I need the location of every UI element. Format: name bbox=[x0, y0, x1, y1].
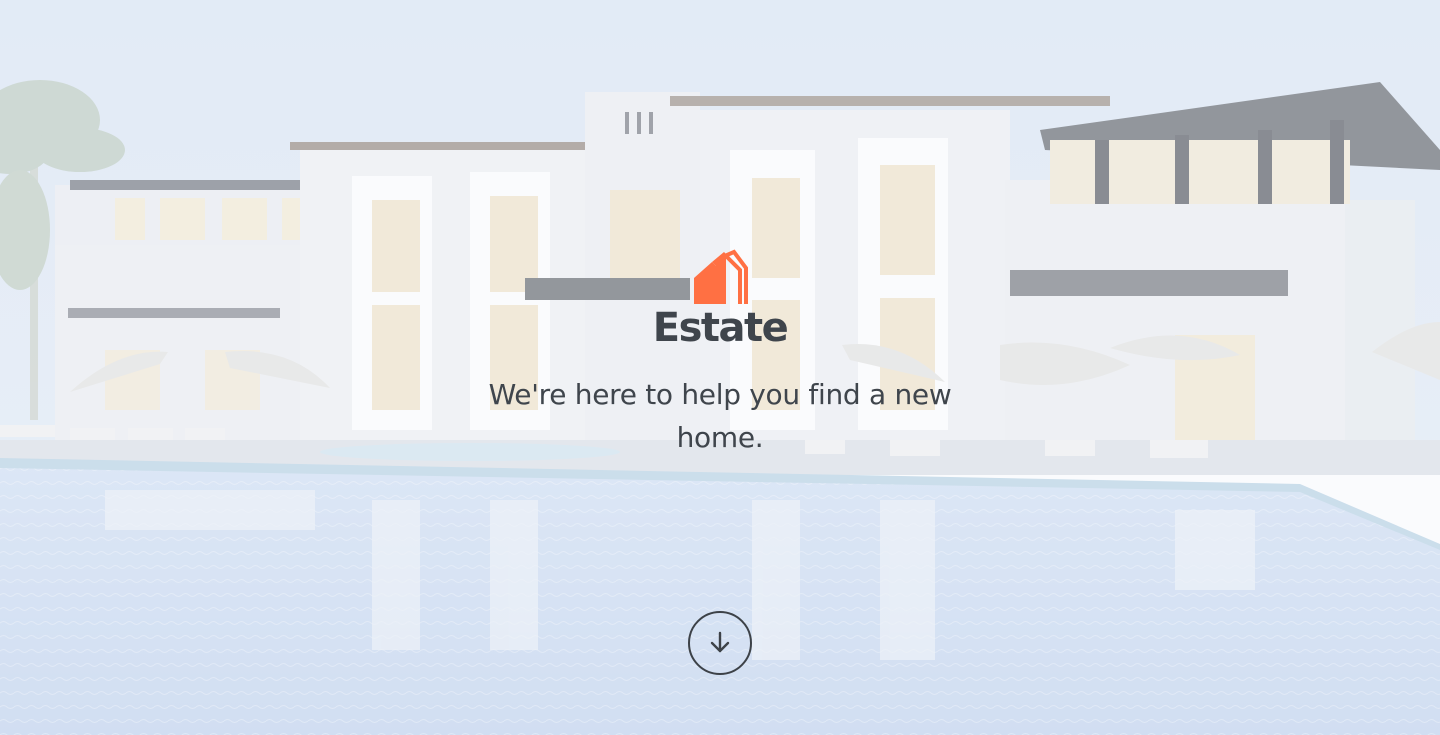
hero-section: Estate We're here to help you find a new… bbox=[0, 0, 1440, 735]
hero-tagline: We're here to help you find a new home. bbox=[488, 378, 952, 454]
house-logo-icon bbox=[694, 249, 748, 304]
arrow-down-icon bbox=[710, 631, 730, 653]
brand-name: Estate bbox=[652, 305, 789, 351]
scroll-down-button[interactable] bbox=[688, 611, 752, 675]
brand-logo: Estate bbox=[0, 248, 1440, 350]
